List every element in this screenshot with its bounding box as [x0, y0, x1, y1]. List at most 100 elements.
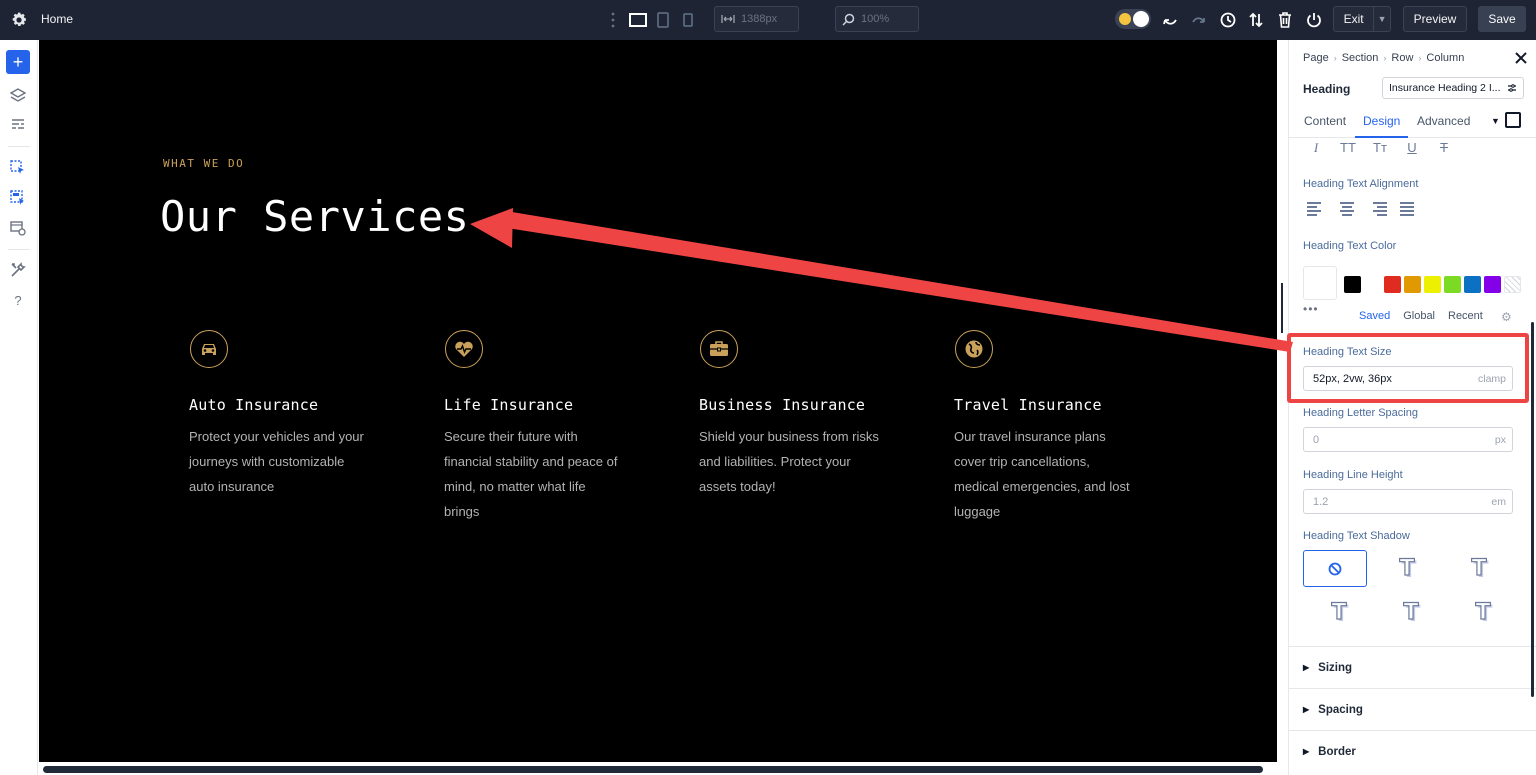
shadow-none-option[interactable]: [1303, 550, 1367, 587]
tab-advanced[interactable]: Advanced: [1417, 114, 1470, 128]
color-tab-recent[interactable]: Recent: [1448, 310, 1483, 322]
section-sizing[interactable]: ▶ Sizing: [1289, 646, 1536, 688]
redo-icon[interactable]: [1189, 10, 1209, 30]
letter-spacing-unit[interactable]: px: [1495, 434, 1506, 446]
capitalize-icon[interactable]: Tт: [1371, 140, 1389, 156]
text-color-label: Heading Text Color: [1303, 240, 1397, 252]
swatch-orange[interactable]: [1404, 276, 1421, 293]
multi-select-icon[interactable]: [9, 189, 27, 207]
section-spacing[interactable]: ▶ Spacing: [1289, 688, 1536, 730]
module-preset-select[interactable]: Insurance Heading 2 I...: [1382, 77, 1524, 99]
theme-toggle[interactable]: [1115, 9, 1151, 29]
section-border[interactable]: ▶ Border: [1289, 730, 1536, 772]
phone-view-icon[interactable]: [678, 10, 698, 30]
services-heading[interactable]: Our Services: [160, 192, 469, 241]
history-clock-icon[interactable]: [1218, 10, 1238, 30]
expand-triangle-icon: ▶: [1303, 663, 1310, 672]
layers-icon[interactable]: [9, 86, 27, 104]
preview-button[interactable]: Preview: [1403, 6, 1467, 32]
zoom-value: 100%: [861, 13, 890, 25]
desktop-view-icon[interactable]: [628, 10, 648, 30]
exit-button[interactable]: Exit ▼: [1333, 6, 1391, 32]
strikethrough-icon[interactable]: T: [1435, 140, 1453, 156]
swatch-green[interactable]: [1444, 276, 1461, 293]
swatch-red[interactable]: [1384, 276, 1401, 293]
trash-icon[interactable]: [1275, 10, 1295, 30]
sun-icon: [1119, 13, 1131, 25]
service-card-business[interactable]: Business Insurance Shield your business …: [699, 330, 919, 499]
color-tab-saved[interactable]: Saved: [1359, 310, 1390, 322]
sort-arrows-icon[interactable]: [1246, 10, 1266, 30]
tab-design[interactable]: Design: [1363, 114, 1400, 128]
layout-list-icon[interactable]: [9, 116, 27, 134]
line-height-unit[interactable]: em: [1491, 496, 1506, 508]
swatch-black[interactable]: [1344, 276, 1361, 293]
eyebrow-text[interactable]: WHAT WE DO: [163, 157, 244, 170]
toggle-view-box-icon[interactable]: [1505, 112, 1521, 128]
breadcrumb-page[interactable]: Page: [1303, 52, 1329, 64]
swatch-purple[interactable]: [1484, 276, 1501, 293]
settings-gear-icon[interactable]: [10, 11, 28, 29]
shadow-preset-3[interactable]: T: [1307, 594, 1371, 631]
page-canvas[interactable]: WHAT WE DO Our Services Auto Insurance P…: [39, 40, 1277, 762]
align-right-icon[interactable]: [1369, 202, 1387, 216]
exit-caret-icon[interactable]: ▼: [1373, 7, 1390, 31]
align-left-icon[interactable]: [1307, 202, 1325, 216]
panel-scrollbar[interactable]: [1531, 322, 1534, 697]
service-card-travel[interactable]: Travel Insurance Our travel insurance pl…: [954, 330, 1174, 524]
module-preset-value: Insurance Heading 2 I...: [1389, 82, 1501, 94]
align-center-icon[interactable]: [1338, 202, 1356, 216]
letter-spacing-input[interactable]: 0 px: [1303, 427, 1513, 452]
tabs-dropdown-caret-icon[interactable]: ▼: [1491, 116, 1500, 126]
section-title: Sizing: [1318, 661, 1353, 674]
tools-icon[interactable]: [9, 261, 27, 279]
more-options-icon[interactable]: •••: [1303, 302, 1319, 316]
line-height-input[interactable]: 1.2 em: [1303, 489, 1513, 514]
breadcrumb-column[interactable]: Column: [1426, 52, 1464, 64]
help-question-icon[interactable]: ?: [9, 291, 27, 309]
preview-layout-icon[interactable]: [9, 219, 27, 237]
canvas-vertical-scrollbar[interactable]: [1281, 283, 1283, 333]
shadow-preset-4[interactable]: T: [1379, 594, 1443, 631]
section-title: Border: [1318, 745, 1356, 758]
chevron-right-icon: ›: [1383, 53, 1387, 63]
line-height-value: 1.2: [1313, 495, 1329, 508]
shadow-preset-2[interactable]: T: [1447, 550, 1511, 587]
uppercase-icon[interactable]: TT: [1339, 140, 1357, 156]
canvas-width-field[interactable]: 1388px: [714, 6, 799, 32]
color-tab-global[interactable]: Global: [1403, 310, 1435, 322]
swatch-white[interactable]: [1364, 276, 1381, 293]
close-icon[interactable]: [1513, 50, 1529, 66]
undo-icon[interactable]: [1160, 10, 1180, 30]
palette-settings-gear-icon[interactable]: ⚙: [1501, 310, 1512, 324]
select-cursor-icon[interactable]: [9, 159, 27, 177]
italic-icon[interactable]: I: [1307, 140, 1325, 156]
drag-handle-icon[interactable]: [603, 10, 623, 30]
add-module-button[interactable]: +: [6, 50, 30, 74]
expand-triangle-icon: ▶: [1303, 747, 1310, 756]
swatch-transparent[interactable]: [1504, 276, 1521, 293]
service-description: Protect your vehicles and your journeys …: [189, 429, 364, 494]
canvas-horizontal-scrollbar[interactable]: [43, 766, 1263, 773]
swatch-blue[interactable]: [1464, 276, 1481, 293]
save-button[interactable]: Save: [1478, 6, 1526, 32]
tab-content[interactable]: Content: [1304, 114, 1346, 128]
service-title: Life Insurance: [444, 396, 574, 414]
alignment-options: [1307, 202, 1418, 216]
tablet-view-icon[interactable]: [653, 10, 673, 30]
breadcrumb-section[interactable]: Section: [1342, 52, 1379, 64]
zoom-field[interactable]: 100%: [835, 6, 919, 32]
heart-pulse-icon: [445, 330, 483, 368]
shadow-preset-1[interactable]: T: [1375, 550, 1439, 587]
letter-spacing-value: 0: [1313, 433, 1320, 446]
shadow-preset-5[interactable]: T: [1451, 594, 1515, 631]
letter-spacing-label: Heading Letter Spacing: [1303, 407, 1418, 419]
power-icon[interactable]: [1304, 10, 1324, 30]
align-justify-icon[interactable]: [1400, 202, 1418, 216]
underline-icon[interactable]: U: [1403, 140, 1421, 156]
service-card-life[interactable]: Life Insurance Secure their future with …: [444, 330, 664, 524]
current-color-swatch[interactable]: [1303, 266, 1337, 300]
swatch-yellow[interactable]: [1424, 276, 1441, 293]
breadcrumb-row[interactable]: Row: [1391, 52, 1413, 64]
service-card-auto[interactable]: Auto Insurance Protect your vehicles and…: [189, 330, 409, 499]
